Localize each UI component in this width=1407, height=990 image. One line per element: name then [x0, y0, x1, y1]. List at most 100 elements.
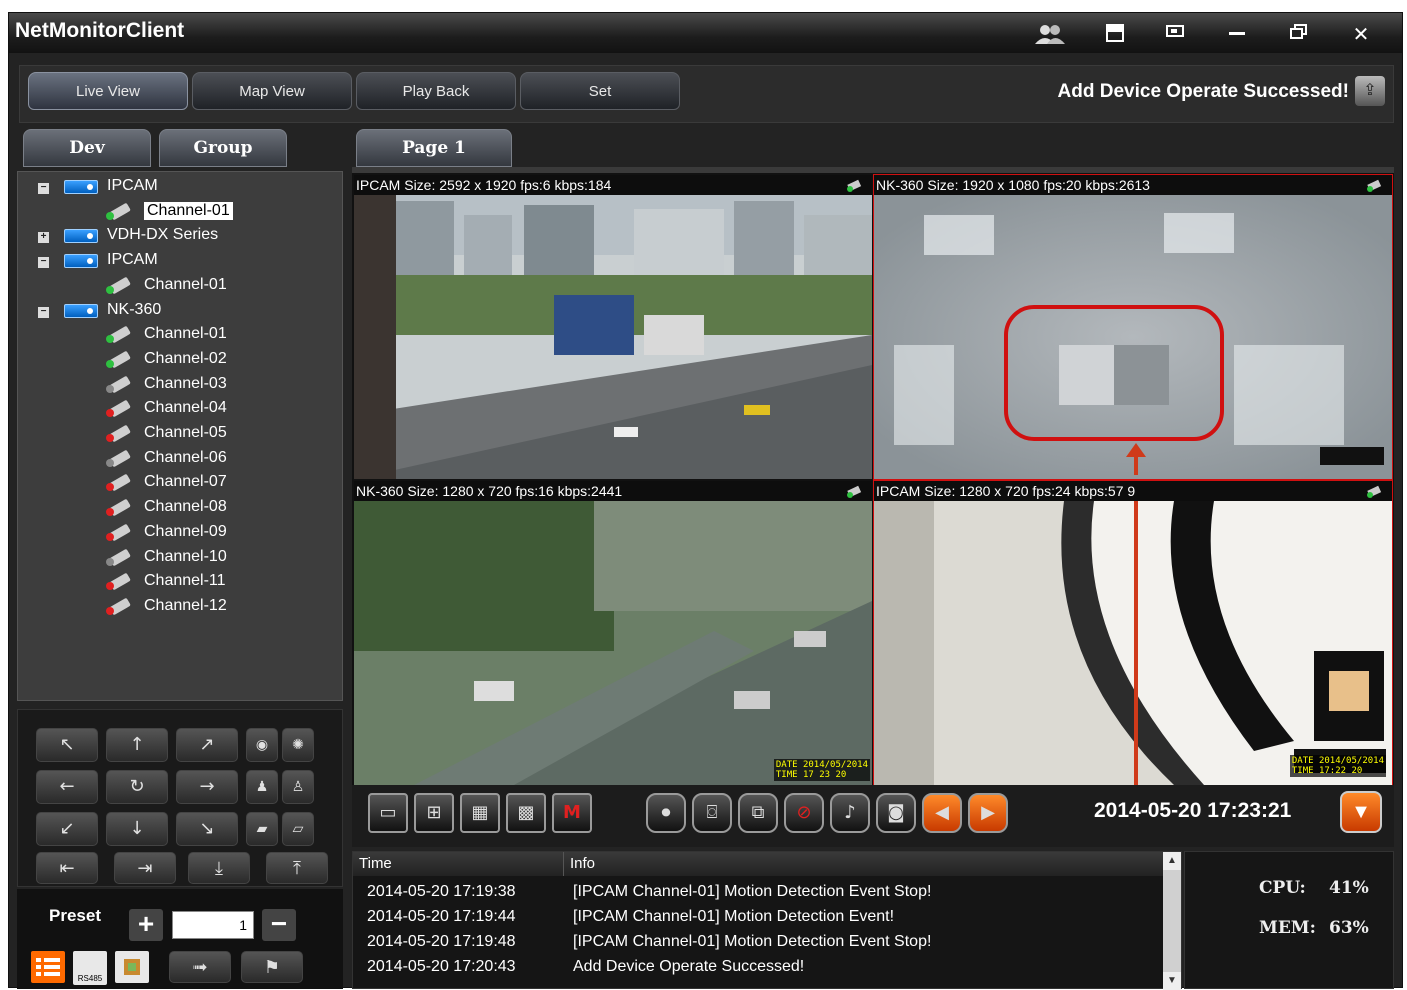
open-all-icon[interactable]: ⧉ [738, 793, 778, 833]
ptz-up-right-button[interactable]: ↗ [176, 728, 238, 762]
focus-far-button[interactable]: ✺ [282, 728, 314, 762]
preset-next-button[interactable]: ⇥ [114, 852, 176, 884]
camera-add-icon[interactable]: ◙ [876, 793, 916, 833]
tree-channel[interactable]: Channel-10 [18, 548, 342, 570]
iris-close-button[interactable]: ▱ [282, 812, 314, 846]
tree-channel[interactable]: Channel-08 [18, 498, 342, 520]
tree-channel[interactable]: Channel-04 [18, 399, 342, 421]
video-cell-3[interactable]: NK-360 Size: 1280 x 720 fps:16 kbps:2441… [354, 481, 872, 785]
collapse-icon[interactable]: − [38, 257, 49, 269]
tree-channel[interactable]: Channel-03 [18, 375, 342, 397]
tab-map-view[interactable]: Map View [192, 72, 352, 110]
list-icon[interactable] [31, 951, 65, 983]
scroll-down-icon[interactable]: ▼ [1163, 972, 1181, 990]
tab-page-1[interactable]: Page 1 [356, 129, 512, 167]
tree-channel[interactable]: Channel-02 [18, 350, 342, 372]
video-cell-1[interactable]: IPCAM Size: 2592 x 1920 fps:6 kbps:184 [354, 175, 872, 479]
tab-group[interactable]: Group [159, 129, 287, 167]
log-row[interactable]: 2014-05-20 17:19:48 [IPCAM Channel-01] Mo… [353, 930, 1165, 954]
layout-4-icon[interactable]: ⊞ [414, 793, 454, 833]
log-column-time[interactable]: Time [359, 852, 392, 876]
tree-label: NK-360 [107, 300, 162, 318]
video-cell-4[interactable]: IPCAM Size: 1280 x 720 fps:24 kbps:57 9 … [873, 480, 1393, 786]
tab-play-back[interactable]: Play Back [356, 72, 516, 110]
layout-9-icon[interactable]: ▦ [460, 793, 500, 833]
tab-set[interactable]: Set [520, 72, 680, 110]
layout-16-icon[interactable]: ▩ [506, 793, 546, 833]
cruise-button[interactable]: ➟ [169, 951, 231, 983]
preset-label: Preset [49, 906, 101, 925]
tree-label: Channel-10 [144, 547, 227, 565]
window-icon[interactable] [1161, 23, 1189, 45]
restore-icon[interactable] [1285, 23, 1313, 45]
ptz-auto-button[interactable]: ↻ [106, 770, 168, 804]
chevron-down-icon[interactable]: ▼ [1340, 791, 1382, 833]
video-info: NK-360 Size: 1920 x 1080 fps:20 kbps:261… [874, 175, 1392, 195]
log-row[interactable]: 2014-05-20 17:20:43 Add Device Operate Su… [353, 955, 1165, 979]
tree-device[interactable]: − IPCAM [18, 177, 342, 199]
zoom-in-button[interactable]: ♟ [246, 770, 278, 804]
zoom-out-button[interactable]: ♙ [282, 770, 314, 804]
device-icon [64, 180, 98, 194]
video-cell-2[interactable]: NK-360 Size: 1920 x 1080 fps:20 kbps:261… [873, 174, 1393, 480]
prev-page-icon[interactable]: ◀ [922, 793, 962, 833]
log-row[interactable]: 2014-05-20 17:19:38 [IPCAM Channel-01] Mo… [353, 880, 1165, 904]
scroll-up-icon[interactable]: ▲ [1163, 852, 1181, 870]
tree-device[interactable]: − NK-360 [18, 301, 342, 323]
log-column-info[interactable]: Info [563, 852, 595, 876]
rs485-icon[interactable]: RS485 [73, 951, 107, 985]
close-all-icon[interactable]: ⊘ [784, 793, 824, 833]
next-page-icon[interactable]: ▶ [968, 793, 1008, 833]
ptz-up-left-button[interactable]: ↖ [36, 728, 98, 762]
expand-icon[interactable]: + [38, 232, 49, 244]
tree-device[interactable]: − IPCAM [18, 251, 342, 273]
camera-settings-icon[interactable] [115, 951, 149, 983]
layout-1-icon[interactable]: ▭ [368, 793, 408, 833]
layout-custom-icon[interactable]: M [552, 793, 592, 833]
audio-icon[interactable]: ♪ [830, 793, 870, 833]
tree-channel[interactable]: Channel-12 [18, 597, 342, 619]
log-scrollbar[interactable]: ▲ ▼ [1163, 852, 1181, 990]
preset-set-button[interactable]: ⤓ [188, 852, 250, 884]
ptz-up-button[interactable]: ↑ [106, 728, 168, 762]
users-icon[interactable] [1033, 23, 1065, 45]
ptz-right-button[interactable]: → [176, 770, 238, 804]
iris-open-button[interactable]: ▰ [246, 812, 278, 846]
tab-live-view[interactable]: Live View [28, 72, 188, 110]
tree-label: Channel-11 [144, 572, 226, 590]
video-info-text: NK-360 Size: 1280 x 720 fps:16 kbps:2441 [356, 483, 623, 499]
app-window: NetMonitorClient ✕ Live View Map View Pl… [8, 12, 1403, 990]
tree-channel[interactable]: Channel-05 [18, 424, 342, 446]
lock-icon[interactable]: ⇪ [1355, 76, 1385, 106]
snapshot-icon[interactable]: ⌼ [692, 793, 732, 833]
tree-channel[interactable]: Channel-06 [18, 449, 342, 471]
tab-dev[interactable]: Dev [23, 129, 151, 167]
record-icon[interactable]: ⏺ [646, 793, 686, 833]
preset-number-input[interactable]: 1 [172, 911, 254, 939]
layout-icon[interactable] [1101, 23, 1129, 45]
ptz-down-right-button[interactable]: ↘ [176, 812, 238, 846]
tree-channel[interactable]: Channel-07 [18, 473, 342, 495]
preset-prev-button[interactable]: ⇤ [36, 852, 98, 884]
preset-call-button[interactable]: ⤒ [266, 852, 328, 884]
tree-channel[interactable]: Channel-01 [18, 201, 342, 224]
collapse-icon[interactable]: − [38, 183, 49, 194]
ptz-down-button[interactable]: ↓ [106, 812, 168, 846]
ptz-down-left-button[interactable]: ↙ [36, 812, 98, 846]
close-icon[interactable]: ✕ [1347, 23, 1375, 45]
focus-near-button[interactable]: ◉ [246, 728, 278, 762]
tree-label: VDH-DX Series [107, 226, 219, 244]
tree-device[interactable]: + VDH-DX Series [18, 226, 342, 248]
preset-add-button[interactable]: + [129, 909, 163, 941]
tree-label: Channel-06 [144, 448, 227, 466]
collapse-icon[interactable]: − [38, 306, 49, 318]
track-button[interactable]: ⚑ [241, 951, 303, 983]
preset-remove-button[interactable]: − [262, 909, 296, 941]
tree-channel[interactable]: Channel-01 [18, 276, 342, 298]
log-row[interactable]: 2014-05-20 17:19:44 [IPCAM Channel-01] Mo… [353, 905, 1165, 929]
tree-channel[interactable]: Channel-01 [18, 325, 342, 347]
tree-channel[interactable]: Channel-11 [18, 572, 342, 594]
minimize-icon[interactable] [1223, 23, 1251, 45]
ptz-left-button[interactable]: ← [36, 770, 98, 804]
tree-channel[interactable]: Channel-09 [18, 523, 342, 545]
